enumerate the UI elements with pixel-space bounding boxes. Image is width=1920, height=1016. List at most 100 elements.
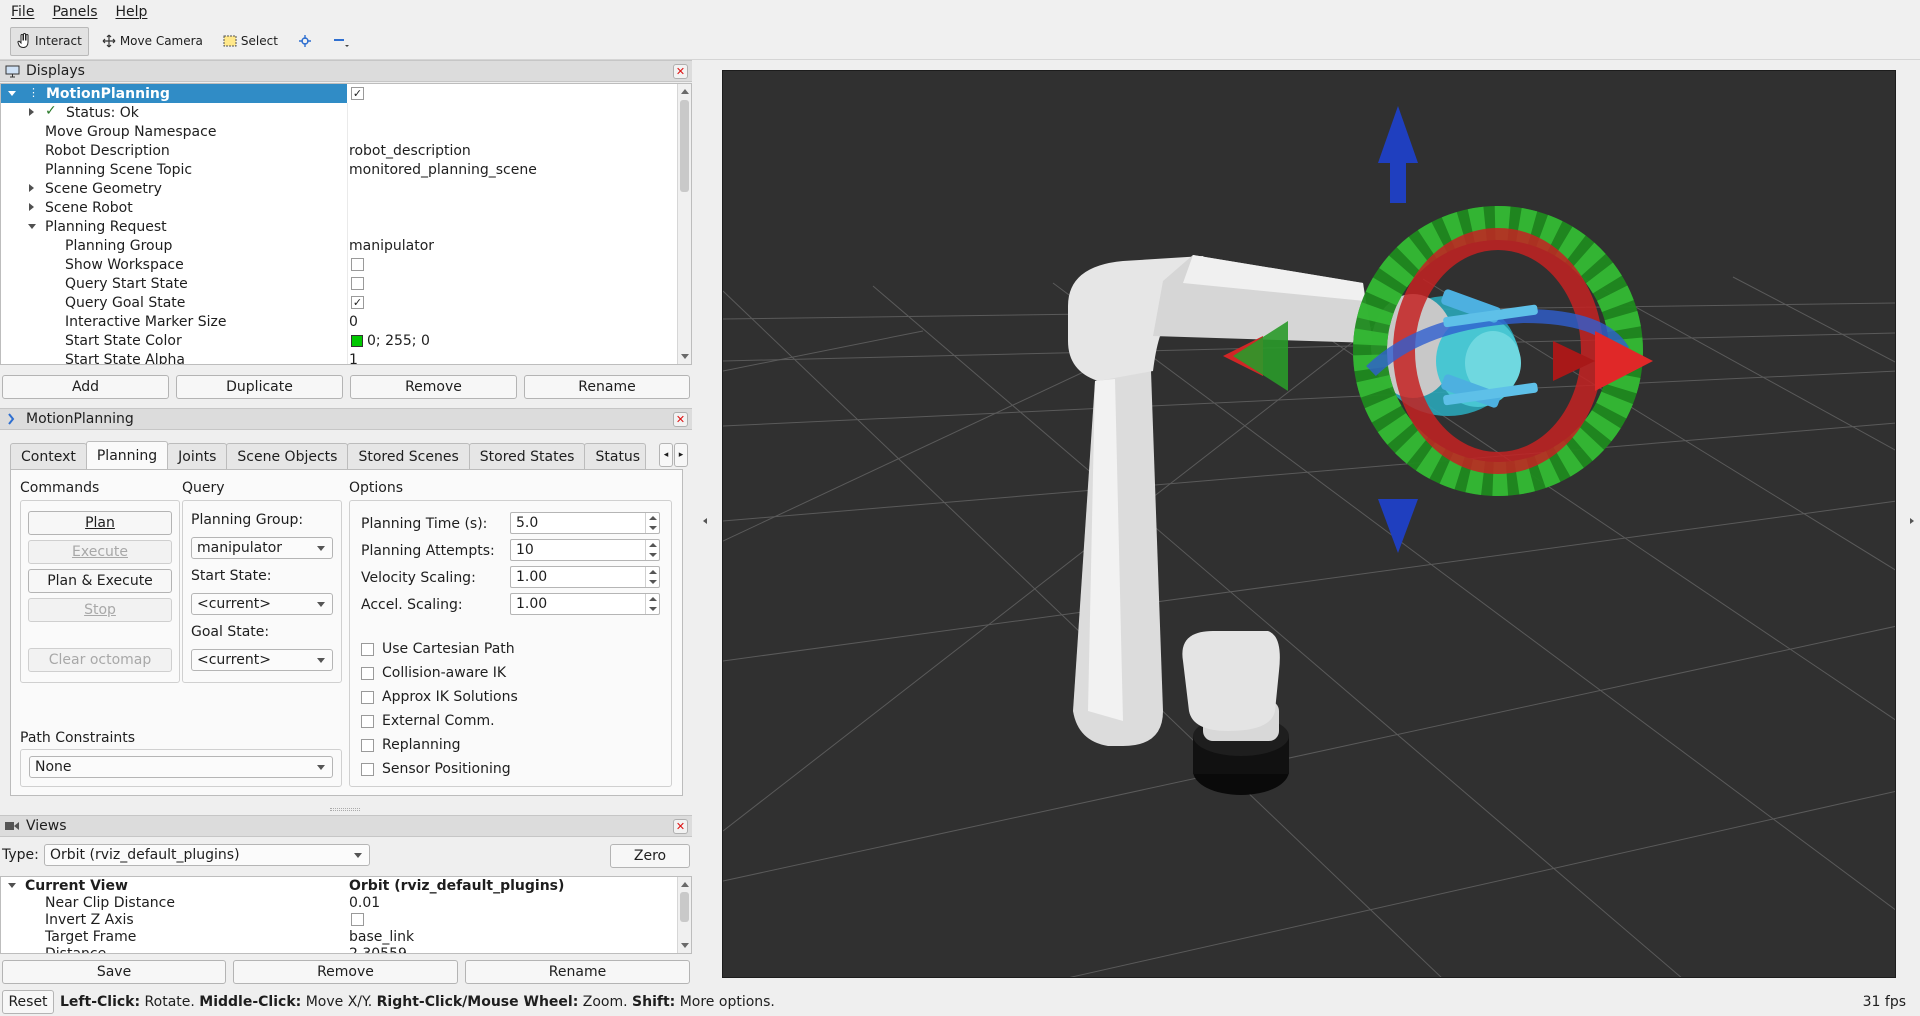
rename-display-button[interactable]: Rename	[524, 375, 690, 399]
expand-arrow-icon[interactable]	[28, 224, 36, 229]
checkbox-box[interactable]	[361, 666, 374, 680]
tab-context[interactable]: Context	[10, 443, 87, 469]
expand-arrow-icon[interactable]	[29, 184, 34, 192]
plan-button[interactable]: Plan	[28, 511, 172, 535]
views-scrollbar[interactable]	[677, 877, 691, 953]
planning-time-input[interactable]: 5.0	[510, 512, 660, 534]
tree-row-motionplanning[interactable]: ⋮ MotionPlanning ✓	[1, 84, 679, 103]
planning-group-select[interactable]: manipulator	[191, 537, 333, 559]
checkbox-box[interactable]	[361, 714, 374, 728]
collapse-right-icon[interactable]	[1910, 518, 1914, 524]
scroll-up-icon[interactable]	[681, 89, 689, 94]
tree-row-planning-request[interactable]: Planning Request	[1, 217, 679, 236]
tree-row-start-state-color[interactable]: Start State Color 0; 255; 0	[1, 331, 679, 350]
close-icon[interactable]: ✕	[673, 819, 688, 834]
tree-value[interactable]: manipulator	[349, 236, 434, 255]
tree-value[interactable]: 2.30559	[349, 945, 407, 954]
close-icon[interactable]: ✕	[673, 64, 688, 79]
render-viewport[interactable]	[722, 70, 1896, 978]
tree-row-query-start-state[interactable]: Query Start State	[1, 274, 679, 293]
tab-planning[interactable]: Planning	[85, 441, 169, 469]
scroll-down-icon[interactable]	[681, 943, 689, 948]
interact-tool-button[interactable]: Interact	[10, 26, 89, 56]
spin-up-icon[interactable]	[649, 543, 657, 547]
close-icon[interactable]: ✕	[673, 412, 688, 427]
tree-value[interactable]: 0.01	[349, 894, 380, 911]
tree-row-scene-geometry[interactable]: Scene Geometry	[1, 179, 679, 198]
tree-value[interactable]: 0; 255; 0	[367, 333, 430, 349]
tree-row-move-group-namespace[interactable]: Move Group Namespace	[1, 122, 679, 141]
tree-value[interactable]: 0	[349, 312, 358, 331]
replanning-checkbox[interactable]: Replanning	[361, 737, 460, 753]
tree-row-query-goal-state[interactable]: Query Goal State ✓	[1, 293, 679, 312]
tab-scroll-left-icon[interactable]: ◂	[659, 443, 673, 467]
tab-scene-objects[interactable]: Scene Objects	[226, 443, 349, 469]
save-view-button[interactable]: Save	[2, 960, 226, 984]
rename-view-button[interactable]: Rename	[465, 960, 690, 984]
spin-up-icon[interactable]	[649, 516, 657, 520]
use-cartesian-path-checkbox[interactable]: Use Cartesian Path	[361, 641, 515, 657]
stop-button[interactable]: Stop	[28, 598, 172, 622]
clear-octomap-button[interactable]: Clear octomap	[28, 648, 172, 672]
expand-arrow-icon[interactable]	[8, 91, 16, 96]
remove-tool-button[interactable]	[325, 27, 357, 56]
tab-status[interactable]: Status	[584, 443, 647, 469]
zero-button[interactable]: Zero	[610, 844, 690, 868]
tree-row-planning-group[interactable]: Planning Group manipulator	[1, 236, 679, 255]
start-state-select[interactable]: <current>	[191, 593, 333, 615]
approx-ik-solutions-checkbox[interactable]: Approx IK Solutions	[361, 689, 518, 705]
remove-view-button[interactable]: Remove	[233, 960, 458, 984]
spin-down-icon[interactable]	[649, 553, 657, 557]
tree-value[interactable]: base_link	[349, 928, 414, 945]
invert-z-checkbox[interactable]	[351, 913, 364, 926]
query-goal-state-checkbox[interactable]: ✓	[351, 296, 364, 309]
execute-button[interactable]: Execute	[28, 540, 172, 564]
checkbox-box[interactable]	[361, 738, 374, 752]
tab-joints[interactable]: Joints	[167, 443, 228, 469]
view-type-select[interactable]: Orbit (rviz_default_plugins)	[44, 844, 370, 866]
expand-arrow-icon[interactable]	[8, 883, 16, 888]
tree-row-invert-z-axis[interactable]: Invert Z Axis	[1, 911, 679, 928]
checkbox-box[interactable]	[361, 642, 374, 656]
external-comm-checkbox[interactable]: External Comm.	[361, 713, 495, 729]
accel-scaling-input[interactable]: 1.00	[510, 593, 660, 615]
collapse-left-icon[interactable]	[703, 518, 707, 524]
checkbox-box[interactable]	[361, 690, 374, 704]
tree-row-show-workspace[interactable]: Show Workspace	[1, 255, 679, 274]
scroll-down-icon[interactable]	[681, 354, 689, 359]
tab-stored-scenes[interactable]: Stored Scenes	[347, 443, 470, 469]
tree-row-near-clip-distance[interactable]: Near Clip Distance 0.01	[1, 894, 679, 911]
tree-value[interactable]: 1	[349, 350, 358, 365]
sensor-positioning-checkbox[interactable]: Sensor Positioning	[361, 761, 511, 777]
spin-down-icon[interactable]	[649, 607, 657, 611]
spin-down-icon[interactable]	[649, 580, 657, 584]
spin-down-icon[interactable]	[649, 526, 657, 530]
remove-display-button[interactable]: Remove	[350, 375, 517, 399]
collision-aware-ik-checkbox[interactable]: Collision-aware IK	[361, 665, 506, 681]
splitter-handle[interactable]	[330, 808, 360, 811]
duplicate-button[interactable]: Duplicate	[176, 375, 343, 399]
tree-value[interactable]: robot_description	[349, 141, 471, 160]
move-camera-tool-button[interactable]: Move Camera	[95, 27, 210, 56]
expand-arrow-icon[interactable]	[29, 108, 34, 116]
checkbox-box[interactable]	[361, 762, 374, 776]
enabled-checkbox[interactable]: ✓	[351, 87, 364, 100]
tab-scroll-right-icon[interactable]: ▸	[674, 443, 688, 467]
velocity-scaling-input[interactable]: 1.00	[510, 566, 660, 588]
query-start-state-checkbox[interactable]	[351, 277, 364, 290]
scroll-thumb[interactable]	[680, 892, 689, 922]
scroll-thumb[interactable]	[680, 100, 689, 192]
spin-up-icon[interactable]	[649, 570, 657, 574]
spin-up-icon[interactable]	[649, 597, 657, 601]
show-workspace-checkbox[interactable]	[351, 258, 364, 271]
menu-file[interactable]: File	[6, 4, 39, 20]
tree-row-planning-scene-topic[interactable]: Planning Scene Topic monitored_planning_…	[1, 160, 679, 179]
plan-execute-button[interactable]: Plan & Execute	[28, 569, 172, 593]
add-button[interactable]: Add	[2, 375, 169, 399]
menu-panels[interactable]: Panels	[47, 4, 102, 20]
color-swatch[interactable]	[351, 334, 363, 347]
tab-stored-states[interactable]: Stored States	[468, 443, 586, 469]
planning-attempts-input[interactable]: 10	[510, 539, 660, 561]
tree-row-status[interactable]: ✓ Status: Ok	[1, 103, 679, 122]
tree-row-distance[interactable]: Distance 2.30559	[1, 945, 679, 954]
